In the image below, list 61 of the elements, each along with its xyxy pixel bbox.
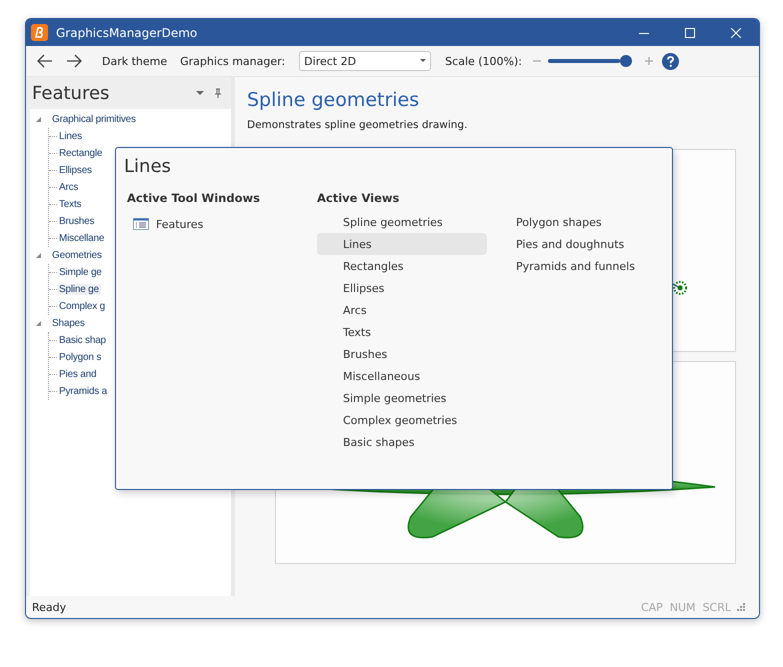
expand-arrow-icon[interactable] [35,320,42,327]
tree-item[interactable]: Brushes [57,216,96,227]
section-heading: Active Views [317,191,400,207]
tree-item[interactable]: Polygon s [57,352,104,363]
tree-item[interactable]: Lines [57,131,84,142]
switcher-item[interactable]: Arcs [317,299,487,321]
scale-slider[interactable] [548,55,632,67]
key-indicator: NUM [670,600,696,614]
page-description: Demonstrates spline geometries drawing. [247,119,468,131]
switcher-item[interactable]: Texts [317,321,487,343]
switcher-item[interactable]: Miscellaneous [317,365,487,387]
switcher-item[interactable]: Simple geometries [317,387,487,409]
key-indicator: CAP [640,600,663,614]
scale-label: Scale (100%): [445,54,522,68]
tree-item[interactable]: Arcs [57,182,80,193]
tree-item[interactable]: Complex g [57,301,107,312]
switcher-item[interactable]: Rectangles [317,255,487,277]
panel-title: Features [32,82,110,104]
switcher-item[interactable]: Lines [317,233,487,255]
section-heading: Active Tool Windows [127,191,261,207]
switcher-item[interactable]: Brushes [317,343,487,365]
graphics-manager-label: Graphics manager: [180,54,286,68]
key-indicator: SCRL [702,600,731,614]
tree-item[interactable]: Shapes [50,318,87,329]
tree-item[interactable]: Geometries [50,250,104,261]
switcher-item[interactable]: Complex geometries [317,409,487,431]
page-heading: Spline geometries [247,89,420,111]
tree-item[interactable]: Rectangle [57,148,104,159]
switcher-item[interactable]: Pies and doughnuts [487,233,657,255]
switcher-title: Lines [124,156,172,177]
close-icon [731,28,741,38]
expand-arrow-icon[interactable] [35,116,42,123]
switcher-item[interactable]: Ellipses [317,277,487,299]
resize-grip-icon[interactable] [737,603,745,611]
help-icon[interactable] [662,52,679,70]
switcher-item[interactable]: Basic shapes [317,431,487,453]
status-text: Ready [32,600,68,614]
dark-theme-button[interactable]: Dark theme [99,52,170,70]
switcher-item[interactable]: Polygon shapes [487,211,657,233]
switcher-item[interactable]: Features [156,218,204,230]
dropdown-caret-icon [420,59,426,63]
pin-icon[interactable] [213,88,223,98]
graphics-manager-dropdown[interactable]: Direct 2D [299,51,432,71]
dropdown-caret-icon[interactable] [195,88,205,98]
tree-item[interactable]: Texts [57,199,84,210]
tree-item[interactable]: Simple ge [57,267,104,278]
tree-item[interactable]: Pies and [57,369,98,380]
switcher-item[interactable]: Pyramids and funnels [487,255,657,277]
switcher-item[interactable]: Spline geometries [317,211,487,233]
tree-item[interactable]: Pyramids a [57,386,110,397]
expand-arrow-icon[interactable] [35,252,42,259]
tree-item[interactable]: Spline ge [57,284,101,295]
window-title: GraphicsManagerDemo [56,26,198,40]
app-logo-icon [31,24,48,41]
tree-item[interactable]: Miscellane [57,233,106,244]
maximize-icon [685,28,695,38]
tree-item[interactable]: Basic shap [57,335,108,346]
list-window-icon [133,218,149,230]
tree-item[interactable]: Graphical primitives [50,114,138,125]
point-marker-icon [673,280,688,295]
tree-item[interactable]: Ellipses [57,165,94,176]
